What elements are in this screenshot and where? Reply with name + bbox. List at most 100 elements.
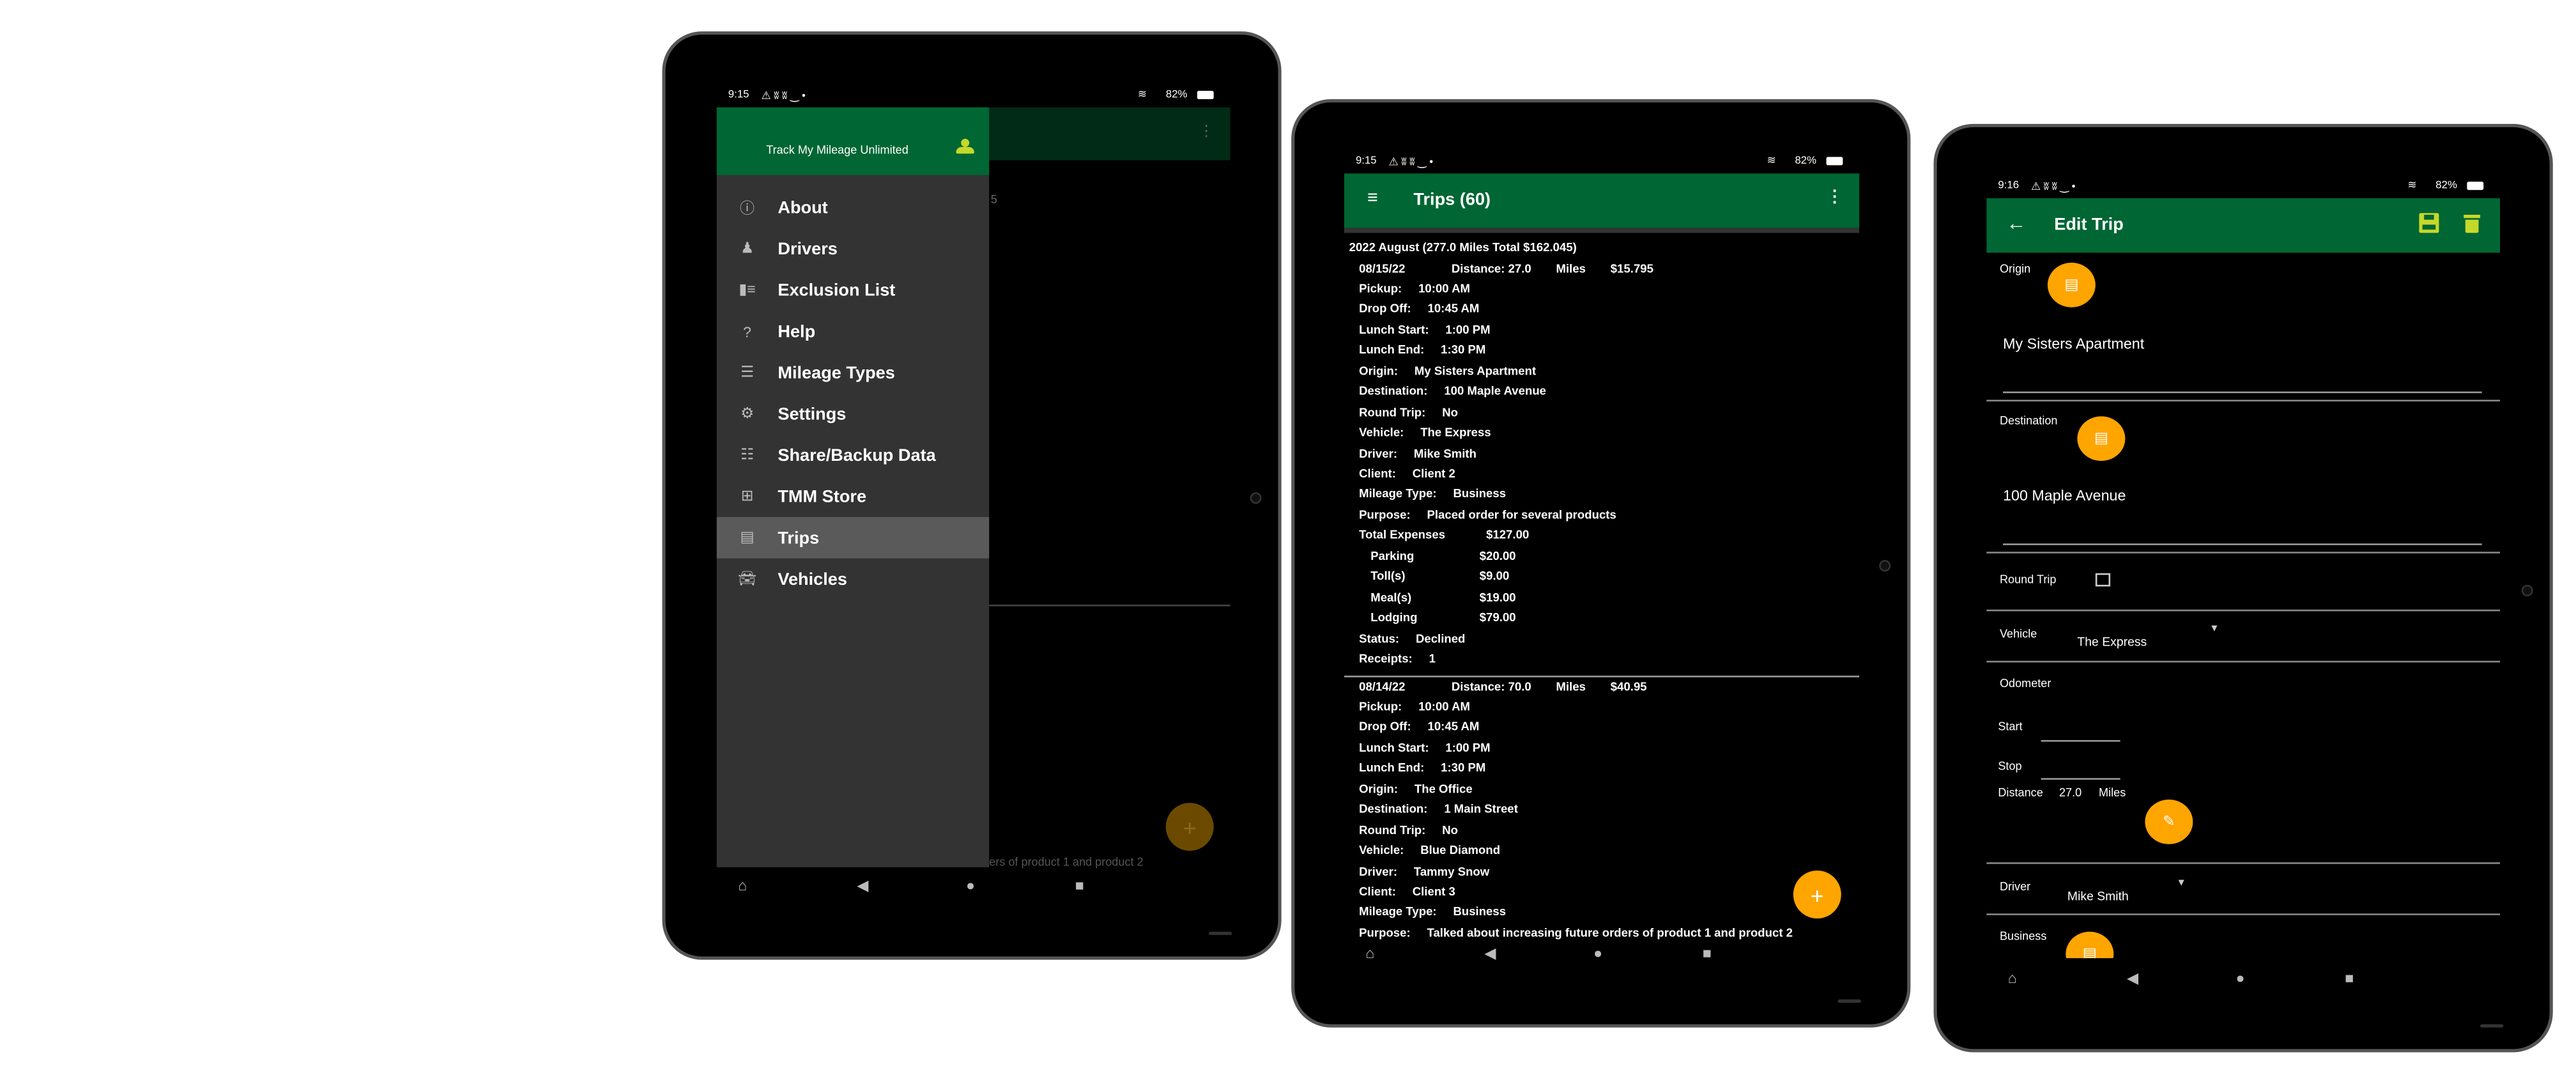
- field-value: 10:00 AM: [1418, 699, 1470, 714]
- divider: [1986, 609, 2501, 612]
- overflow-menu-icon[interactable]: ⋮: [1199, 122, 1213, 140]
- destination-paste-button[interactable]: ▤: [2077, 416, 2126, 461]
- back-icon[interactable]: ◀: [1485, 945, 1496, 963]
- field-value: Declined: [1415, 630, 1466, 646]
- origin-paste-button[interactable]: ▤: [2047, 262, 2096, 307]
- home-icon[interactable]: ●: [2236, 970, 2245, 986]
- wifi-icon: ≋: [1767, 155, 1776, 167]
- field-label: Status:: [1359, 630, 1400, 646]
- field-value: Placed order for several products: [1427, 507, 1616, 522]
- exclusion-list-icon: ▮≡: [739, 281, 756, 298]
- recents-icon[interactable]: ■: [1703, 945, 1712, 961]
- drawer-item-settings[interactable]: ⚙ Settings: [717, 393, 989, 435]
- expense-value: $20.00: [1479, 548, 1516, 563]
- trip-summary: 08/15/22 Distance: 27.0 Miles $15.795: [1359, 260, 1653, 275]
- battery-charging-icon: [1197, 91, 1214, 100]
- add-trip-button[interactable]: +: [1793, 871, 1841, 919]
- battery-charging-icon: [2467, 182, 2484, 190]
- recents-icon[interactable]: ■: [1075, 877, 1084, 894]
- status-time: 9:15: [728, 89, 749, 101]
- overflow-menu-icon[interactable]: ⋮: [1827, 189, 1843, 206]
- field-value: Client 2: [1412, 465, 1455, 481]
- trip-field: Status: Declined: [1359, 630, 1465, 645]
- assistant-icon[interactable]: ⌂: [1365, 945, 1374, 961]
- account-icon[interactable]: [956, 139, 974, 155]
- home-indicator: [1837, 999, 1861, 1003]
- drawer-item-vehicles[interactable]: 🚘︎ Vehicles: [717, 559, 989, 600]
- trip-field: Vehicle: The Express: [1359, 424, 1491, 439]
- home-icon[interactable]: ●: [1593, 945, 1602, 961]
- drawer-item-mileage-types[interactable]: ☰ Mileage Types: [717, 352, 989, 394]
- home-icon[interactable]: ●: [966, 877, 975, 894]
- delete-icon[interactable]: [2464, 213, 2481, 233]
- business-clip: ▤: [1986, 927, 2500, 959]
- clipboard-icon: ▤: [740, 529, 755, 545]
- back-arrow-icon[interactable]: ←: [2006, 212, 2026, 235]
- field-label: Lunch Start:: [1359, 739, 1429, 755]
- round-trip-checkbox[interactable]: [2095, 573, 2111, 587]
- drawer-header-title: Track My Mileage Unlimited: [766, 145, 908, 157]
- assistant-icon[interactable]: ⌂: [738, 877, 747, 894]
- field-value: 10:45 AM: [1427, 301, 1480, 316]
- destination-input[interactable]: 100 Maple Avenue: [2003, 487, 2126, 504]
- business-paste-button[interactable]: ▤: [2066, 931, 2114, 959]
- driver-dropdown[interactable]: Mike Smith ▼: [2067, 879, 2191, 904]
- clipboard-icon: ▤: [2094, 429, 2108, 446]
- trip-divider: [1344, 674, 1860, 677]
- field-value: The Express: [1420, 424, 1491, 440]
- drawer-item-exclusion-list[interactable]: ▮≡ Exclusion List: [717, 269, 989, 311]
- vehicle-dropdown[interactable]: The Express ▼: [2077, 624, 2226, 649]
- app-bar: ≡ Trips (60) ⋮: [1344, 173, 1860, 228]
- driver-icon: ♟: [740, 239, 754, 256]
- back-icon[interactable]: ◀: [2127, 970, 2138, 987]
- hamburger-menu-icon[interactable]: ≡: [1367, 189, 1378, 208]
- drawer-item-drivers[interactable]: ♟ Drivers: [717, 228, 989, 270]
- odometer-stop-input[interactable]: [2041, 778, 2120, 780]
- trip-field: Mileage Type: Business: [1359, 486, 1506, 501]
- assistant-icon[interactable]: ⌂: [2008, 970, 2017, 986]
- field-value: Mike Smith: [1413, 445, 1476, 460]
- destination-label: Destination: [1999, 416, 2058, 428]
- recents-icon[interactable]: ■: [2345, 970, 2354, 986]
- field-value: Talked about increasing future orders of…: [1427, 925, 1793, 940]
- trip-miles: Miles: [1556, 260, 1586, 275]
- odometer-label: Odometer: [1999, 679, 2051, 691]
- origin-input[interactable]: My Sisters Apartment: [2003, 336, 2144, 352]
- field-label: Total Expenses: [1359, 527, 1446, 543]
- home-indicator: [1208, 931, 1232, 935]
- field-value: 10:00 AM: [1418, 281, 1470, 296]
- save-icon[interactable]: [2419, 213, 2439, 233]
- screen-drawer: 9:15 ⚠ ʬ ʬ ‿ • ≋ 82% ⋮ 5 ers of product …: [716, 82, 1230, 906]
- trip-field: Receipts: 1: [1359, 651, 1436, 665]
- divider: [1986, 862, 2501, 864]
- drawer-item-share-backup[interactable]: ☷ Share/Backup Data: [717, 435, 989, 476]
- behind-divider: [989, 604, 1230, 607]
- group-header: 2022 August (277.0 Miles Total $162.045): [1349, 239, 1577, 255]
- odometer-start-input[interactable]: [2041, 739, 2120, 742]
- behind-footer: ers of product 1 and product 2: [989, 857, 1144, 869]
- field-label: Driver:: [1359, 445, 1398, 460]
- field-value: 1:30 PM: [1441, 760, 1486, 775]
- drawer-item-tmm-store[interactable]: ⊞ TMM Store: [717, 476, 989, 517]
- distance-unit: Miles: [2099, 787, 2126, 800]
- field-label: Client:: [1359, 465, 1396, 481]
- destination-underline: [2003, 543, 2482, 545]
- field-label: Receipts:: [1359, 651, 1413, 666]
- edit-distance-button[interactable]: ✎: [2145, 799, 2193, 844]
- field-label: Destination:: [1359, 383, 1428, 399]
- field-value: 1:00 PM: [1445, 321, 1491, 337]
- trip-amount: $40.95: [1610, 678, 1647, 693]
- drawer-item-trips[interactable]: ▤ Trips: [716, 516, 990, 559]
- trip-miles: Miles: [1556, 678, 1586, 693]
- trip-field: Round Trip: No: [1359, 404, 1458, 419]
- divider: [1986, 552, 2501, 554]
- origin-label: Origin: [1999, 264, 2031, 276]
- field-label: Vehicle:: [1359, 424, 1404, 440]
- trip-field: Driver: Tammy Snow: [1359, 863, 1489, 878]
- screen-edit-trip: 9:16 ⚠ ʬ ʬ ‿ • ≋ 82% ← Edit Trip Origin …: [1986, 174, 2501, 998]
- back-icon[interactable]: ◀: [857, 877, 868, 895]
- field-label: Client:: [1359, 883, 1396, 899]
- drawer-item-about[interactable]: ⓘ About: [717, 187, 989, 228]
- drawer-item-help[interactable]: ? Help: [717, 311, 989, 352]
- expense-label: Toll(s): [1370, 568, 1406, 584]
